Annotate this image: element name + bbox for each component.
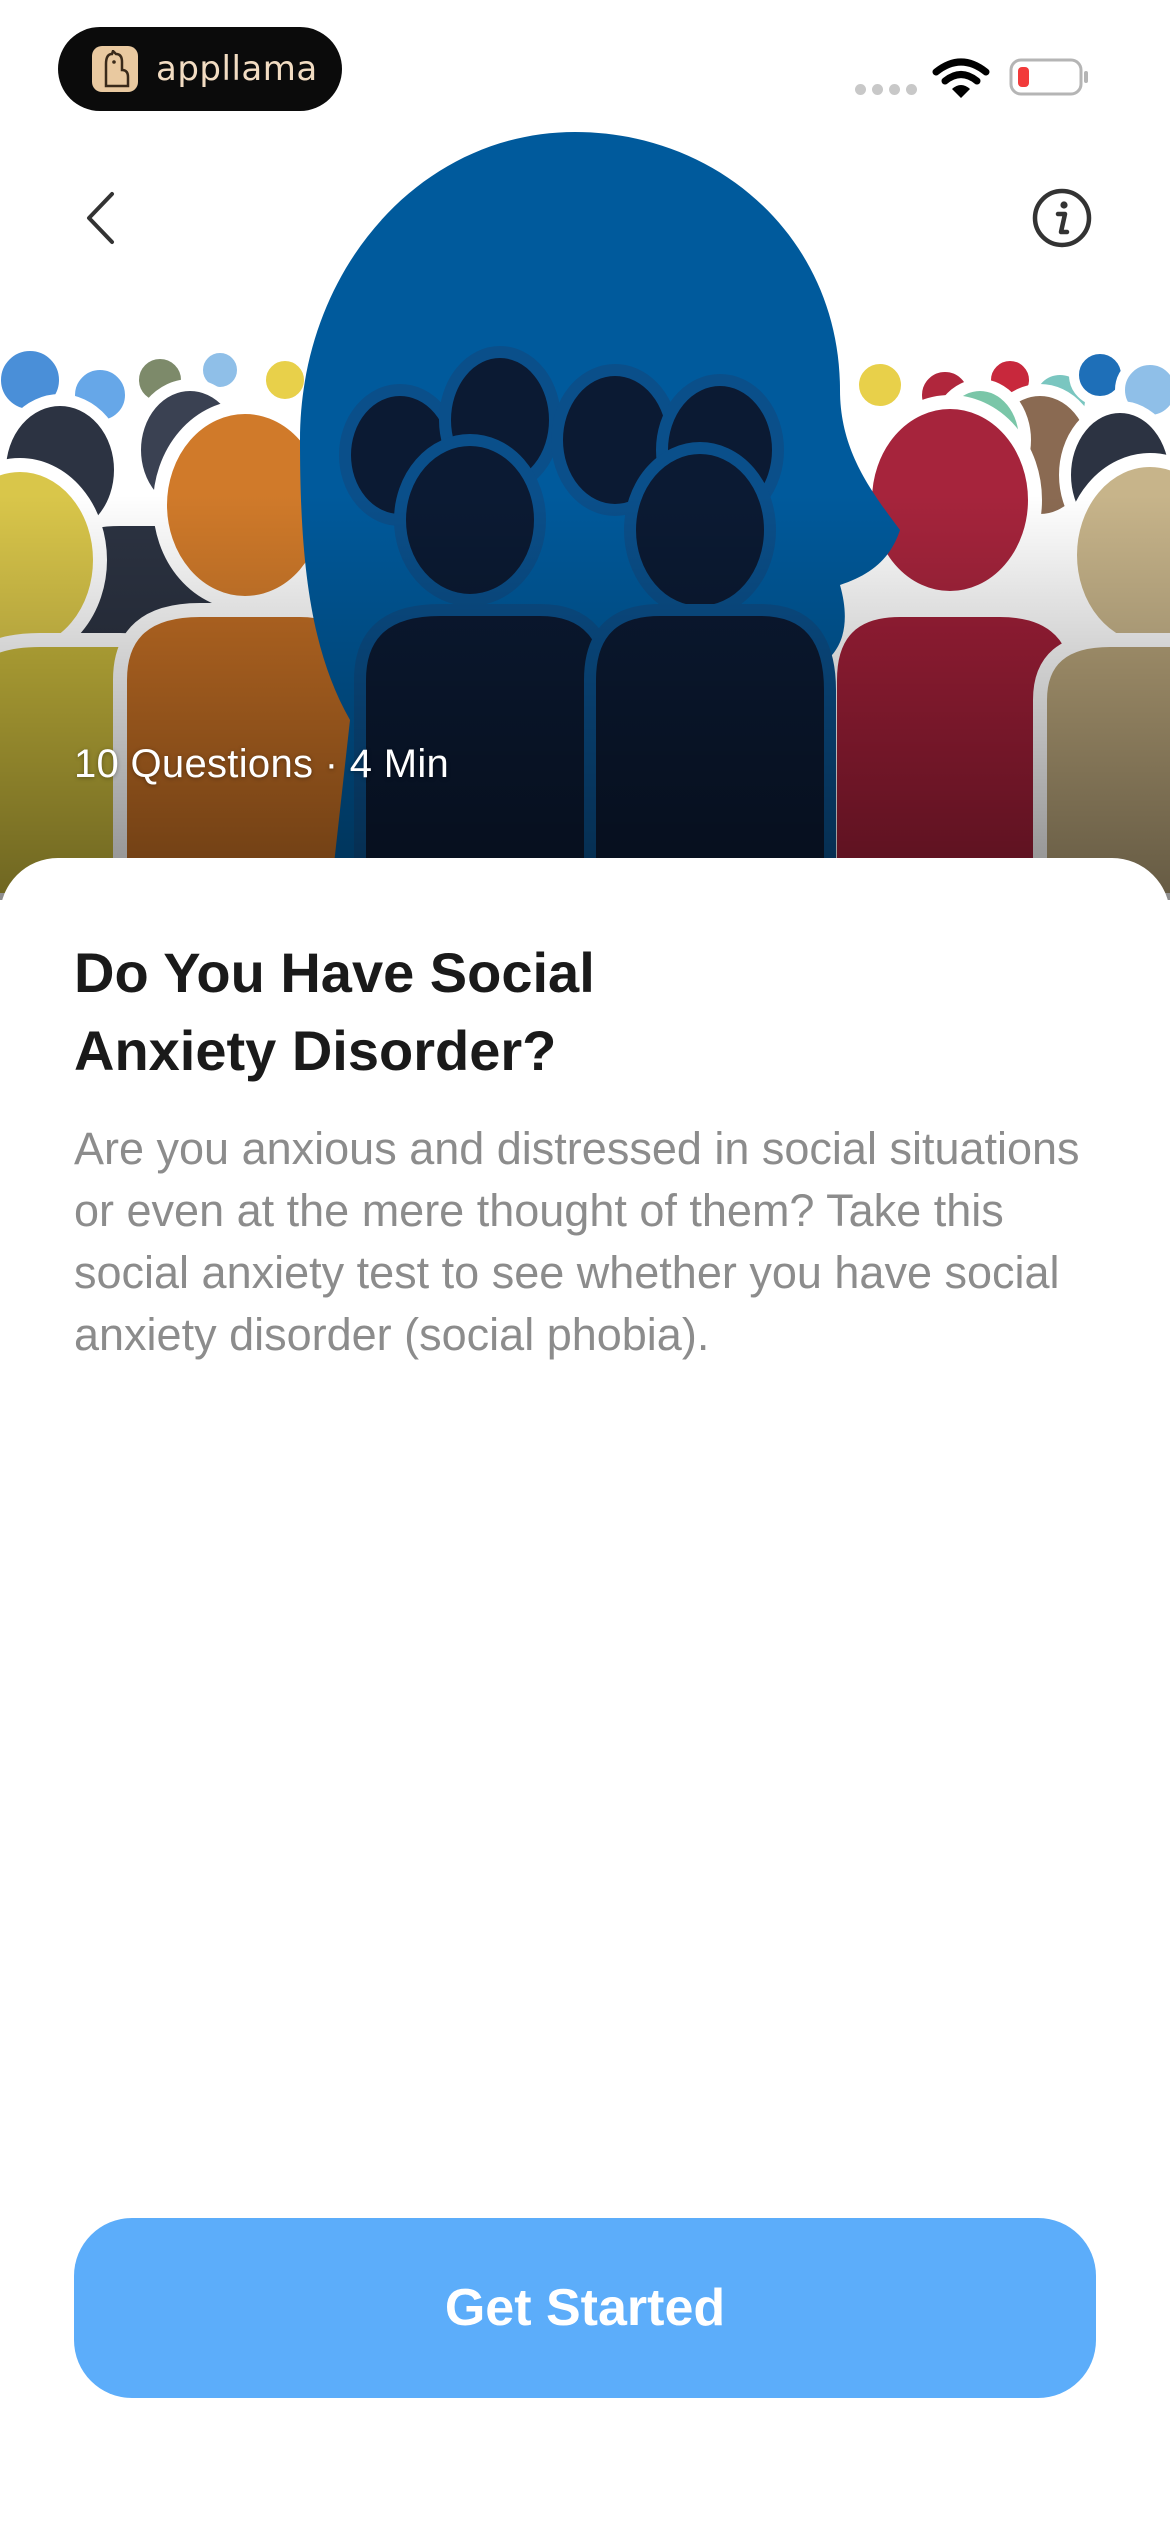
status-bar: appllama	[0, 0, 1170, 140]
info-button[interactable]	[1030, 186, 1094, 250]
wifi-icon	[932, 58, 990, 98]
quiz-title-line-2: Anxiety Disorder?	[74, 1019, 557, 1082]
brand-name: appllama	[156, 49, 318, 89]
chevron-left-icon	[87, 192, 114, 244]
llama-logo-icon	[92, 46, 138, 92]
back-button[interactable]	[70, 180, 130, 256]
llama-glyph	[104, 50, 130, 88]
quiz-meta: 10 Questions · 4 Min	[74, 742, 450, 786]
quiz-title: Do You Have Social Anxiety Disorder?	[74, 934, 774, 1090]
quiz-description: Are you anxious and distressed in social…	[74, 1123, 1080, 1360]
brand-badge: appllama	[58, 27, 342, 111]
cellular-signal-icon	[855, 84, 917, 95]
quiz-intro-screen: appllama 10 Questions · 4 Min Do You Hav…	[0, 0, 1170, 2532]
get-started-button[interactable]: Get Started	[74, 2218, 1096, 2398]
quiz-title-line-1: Do You Have Social	[74, 941, 595, 1004]
info-circle-icon	[1032, 188, 1092, 248]
battery-low-icon	[1009, 58, 1088, 96]
